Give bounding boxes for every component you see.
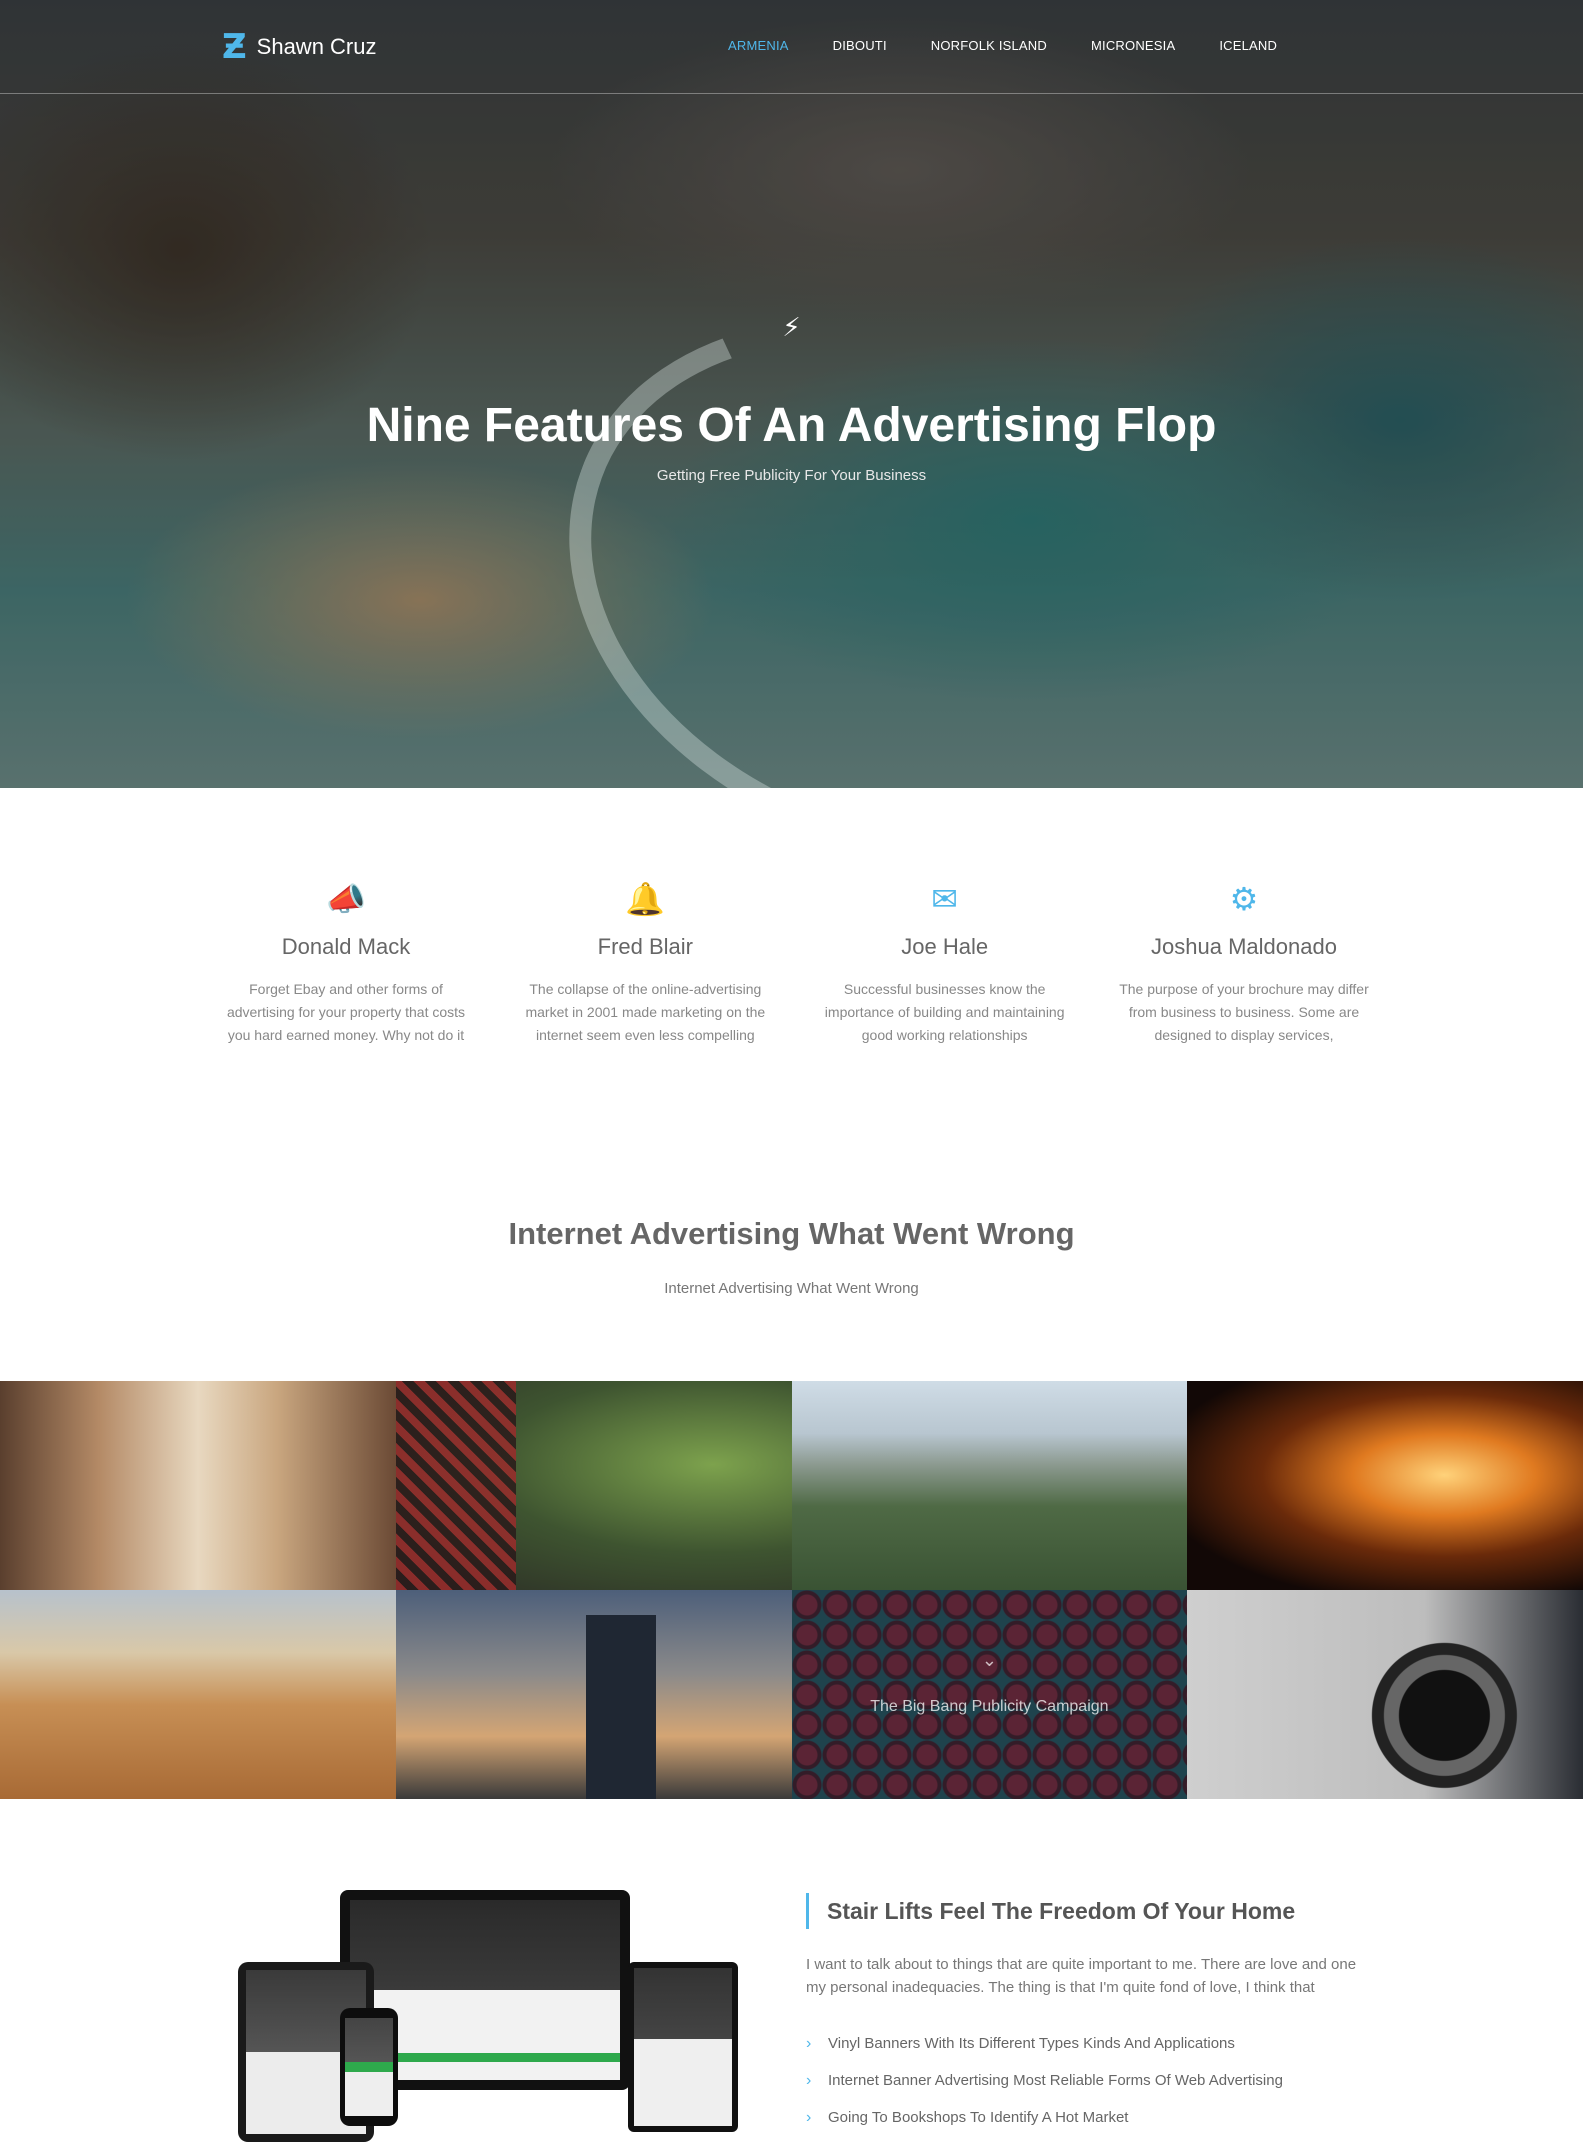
envelope-icon: ✉ (931, 881, 959, 917)
feature-title: Fred Blair (597, 934, 693, 959)
gallery-image-mountains[interactable] (791, 1381, 1188, 1590)
chevron-right-icon: › (806, 2072, 812, 2089)
content-list: › Vinyl Banners With Its Different Types … (806, 2025, 1366, 2136)
feature-card: ⚙ Joshua Maldonado The purpose of your b… (1113, 876, 1375, 1047)
gallery-image-person-forest[interactable] (395, 1381, 792, 1590)
feature-card: 📣 Donald Mack Forget Ebay and other form… (215, 876, 477, 1047)
hero-subtitle: Getting Free Publicity For Your Business (656, 467, 927, 484)
gallery-image-raspberries[interactable]: ⌄ The Big Bang Publicity Campaign (791, 1590, 1188, 1799)
content-title: Stair Lifts Feel The Freedom Of Your Hom… (806, 1893, 1366, 1929)
feature-text: The collapse of the online-advertising m… (525, 981, 766, 1043)
lightning-icon: ⚡ (782, 312, 801, 342)
phone-mockup (340, 2008, 398, 2126)
content-block: Stair Lifts Feel The Freedom Of Your Hom… (806, 1893, 1366, 2136)
main-menu: ARMENIA DIBOUTI NORFOLK ISLAND MICRONESI… (728, 38, 1277, 53)
nav-item-norfolk-island[interactable]: NORFOLK ISLAND (931, 38, 1047, 53)
hero-section: Ƶ Shawn Cruz ARMENIA DIBOUTI NORFOLK ISL… (0, 0, 1583, 788)
bell-icon: 🔔 (625, 881, 666, 917)
top-navbar: Ƶ Shawn Cruz ARMENIA DIBOUTI NORFOLK ISL… (0, 0, 1583, 94)
gears-icon: ⚙ (1229, 881, 1259, 917)
nav-item-micronesia[interactable]: MICRONESIA (1091, 38, 1175, 53)
list-item[interactable]: › Going To Bookshops To Identify A Hot Ma… (806, 2099, 1366, 2136)
chevron-right-icon: › (806, 2035, 812, 2052)
nav-item-iceland[interactable]: ICELAND (1219, 38, 1277, 53)
gallery-image-camera[interactable] (1187, 1590, 1583, 1799)
features-row: 📣 Donald Mack Forget Ebay and other form… (215, 876, 1375, 1047)
feature-card: ✉ Joe Hale Successful businesses know th… (814, 876, 1076, 1047)
gallery-caption: The Big Bang Publicity Campaign (870, 1698, 1109, 1715)
chevron-down-icon: ⌄ (981, 1650, 997, 1670)
laptop-mockup (628, 1962, 738, 2132)
gallery-image-street[interactable] (0, 1381, 396, 1590)
logo-icon: Ƶ (222, 27, 247, 67)
gallery-image-fire[interactable] (1187, 1381, 1583, 1590)
feature-text: Successful businesses know the importanc… (824, 981, 1065, 1043)
section-subtitle: Internet Advertising What Went Wrong (664, 1280, 919, 1297)
feature-title: Joe Hale (901, 934, 989, 959)
gallery-image-skyscraper[interactable] (395, 1590, 792, 1799)
list-item[interactable]: › Vinyl Banners With Its Different Types … (806, 2025, 1366, 2062)
feature-title: Joshua Maldonado (1151, 934, 1337, 959)
chevron-right-icon: › (806, 2109, 812, 2126)
responsive-devices-image (238, 1890, 738, 2154)
feature-text: Forget Ebay and other forms of advertisi… (226, 981, 466, 1043)
feature-title: Donald Mack (281, 934, 411, 959)
section-title: Internet Advertising What Went Wrong (508, 1216, 1075, 1251)
logo[interactable]: Ƶ Shawn Cruz (222, 30, 377, 64)
megaphone-icon: 📣 (326, 881, 366, 917)
logo-text: Shawn Cruz (256, 34, 377, 59)
content-text: I want to talk about to things that are … (806, 1956, 1357, 1996)
hero-background-wave (492, 225, 1328, 788)
hero-title: Nine Features Of An Advertising Flop (366, 399, 1217, 452)
nav-item-dibouti[interactable]: DIBOUTI (833, 38, 887, 53)
feature-text: The purpose of your brochure may differ … (1119, 981, 1369, 1043)
photo-gallery: ⌄ The Big Bang Publicity Campaign (0, 1381, 1583, 1799)
gallery-image-desert[interactable] (0, 1590, 396, 1799)
feature-card: 🔔 Fred Blair The collapse of the online-… (514, 876, 776, 1047)
list-item[interactable]: › Internet Banner Advertising Most Reliab… (806, 2062, 1366, 2099)
nav-item-armenia[interactable]: ARMENIA (728, 38, 789, 53)
